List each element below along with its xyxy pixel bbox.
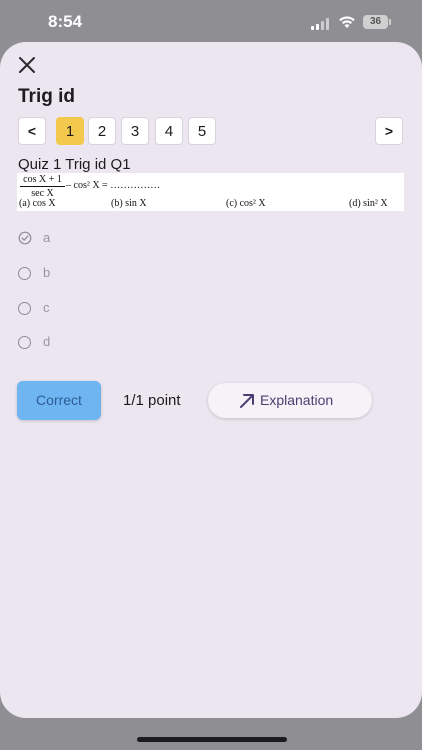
- formula-fraction: cos X + 1 sec X: [20, 174, 65, 199]
- option-label-c: c: [43, 300, 50, 315]
- page-button-4[interactable]: 4: [155, 117, 183, 145]
- checked-radio-icon[interactable]: [18, 231, 32, 245]
- page-button-2[interactable]: 2: [88, 117, 116, 145]
- quiz-sheet: Trig id < 1 2 3 4 5 > Quiz 1 Trig id Q1 …: [0, 42, 422, 718]
- formula-expression: – cos² X = ……………: [66, 180, 161, 191]
- close-icon[interactable]: [14, 52, 40, 78]
- page-button-5[interactable]: 5: [188, 117, 216, 145]
- status-time: 8:54: [48, 12, 83, 31]
- explanation-label: Explanation: [260, 392, 334, 408]
- page-title: Trig id: [18, 86, 75, 107]
- page-button-3[interactable]: 3: [121, 117, 149, 145]
- question-title: Quiz 1 Trig id Q1: [18, 156, 131, 173]
- previous-page-button[interactable]: <: [18, 117, 46, 145]
- radio-icon[interactable]: [18, 267, 31, 280]
- radio-icon[interactable]: [18, 302, 31, 315]
- option-label-d: d: [43, 334, 51, 349]
- explanation-button[interactable]: Explanation: [208, 383, 372, 418]
- battery-icon: 36: [363, 15, 391, 29]
- cellular-signal-icon: [311, 18, 331, 30]
- formula-choice-a: (a) cos X: [19, 198, 56, 209]
- points-label: 1/1 point: [123, 392, 181, 409]
- formula-choice-d: (d) sin² X: [349, 198, 388, 209]
- formula-numerator: cos X + 1: [20, 174, 65, 187]
- radio-icon[interactable]: [18, 336, 31, 349]
- correct-status-button[interactable]: Correct: [17, 381, 101, 420]
- home-indicator[interactable]: [137, 737, 287, 742]
- formula-choice-b: (b) sin X: [111, 198, 147, 209]
- formula-choice-c: (c) cos² X: [226, 198, 266, 209]
- status-bar: 8:54 36: [0, 0, 422, 44]
- option-label-a: a: [43, 230, 51, 245]
- option-label-b: b: [43, 265, 51, 280]
- next-page-button[interactable]: >: [375, 117, 403, 145]
- wifi-icon: [339, 16, 355, 28]
- page-button-1[interactable]: 1: [56, 117, 84, 145]
- question-formula-image: cos X + 1 sec X – cos² X = …………… (a) cos…: [17, 173, 404, 211]
- arrow-up-right-icon: [240, 394, 254, 408]
